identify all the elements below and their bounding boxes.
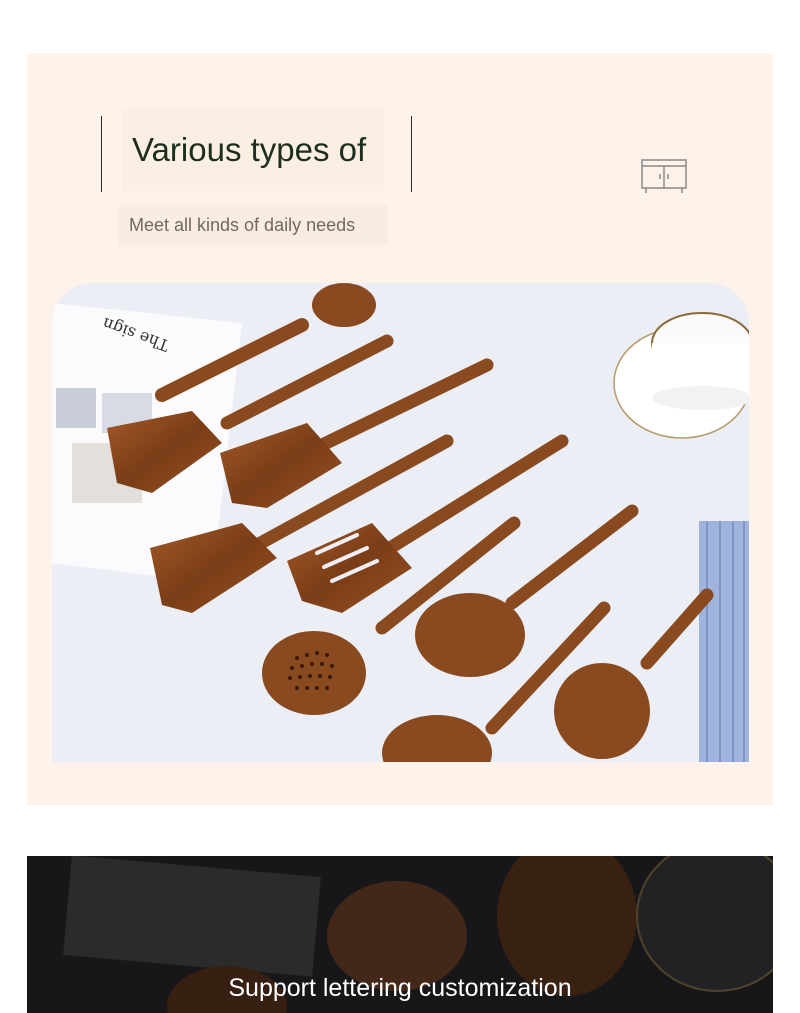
section-subtitle: Meet all kinds of daily needs xyxy=(129,215,356,235)
cabinet-icon xyxy=(641,159,687,193)
section-title: Various types of xyxy=(132,131,367,168)
customization-banner: Support lettering customization xyxy=(27,856,773,1013)
teacup xyxy=(613,312,749,439)
banner-text: Support lettering customization xyxy=(228,974,572,1002)
product-photo: The sign xyxy=(52,283,749,762)
